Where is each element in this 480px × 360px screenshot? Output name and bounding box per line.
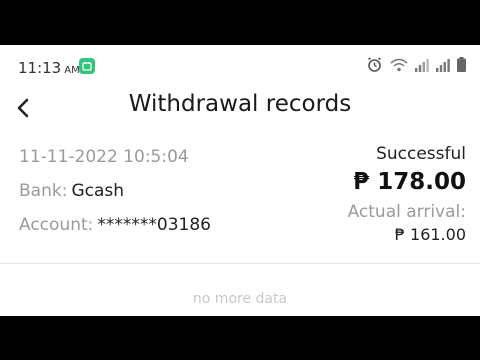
- page-header: Withdrawal records: [0, 89, 480, 139]
- withdrawal-amount: ₱ 178.00: [353, 169, 466, 195]
- account-label: Account:: [19, 215, 94, 235]
- status-bar: 11:13 AM: [0, 45, 480, 89]
- status-time-ampm: AM: [64, 65, 80, 76]
- signal-icon: [415, 57, 429, 76]
- bank-value: Gcash: [71, 181, 125, 201]
- actual-arrival-value: ₱ 161.00: [394, 225, 466, 244]
- status-time: 11:13 AM: [18, 59, 80, 77]
- withdrawal-record[interactable]: 11-11-2022 10:5:04 Bank: Gcash Account: **…: [0, 141, 480, 264]
- record-bank-row: Bank: Gcash: [19, 181, 124, 201]
- no-more-data-text: no more data: [192, 291, 288, 307]
- wifi-icon: [390, 57, 408, 76]
- signal-icon: [436, 57, 450, 76]
- record-account-row: Account: *******03186: [19, 215, 211, 235]
- system-icons: [366, 56, 466, 77]
- status-text: Successful: [376, 144, 466, 164]
- battery-icon: [457, 56, 466, 76]
- app-screen: 11:13 AM Withdrawal records 11-11-2022 1…: [0, 45, 480, 316]
- account-value: *******03186: [97, 215, 211, 235]
- status-time-value: 11:13: [18, 59, 62, 77]
- page-title: Withdrawal records: [128, 91, 352, 117]
- alarm-icon: [366, 56, 383, 77]
- bank-label: Bank:: [19, 181, 68, 201]
- actual-arrival-label: Actual arrival:: [347, 202, 466, 222]
- record-datetime: 11-11-2022 10:5:04: [19, 147, 189, 167]
- app-notification-icon: [79, 58, 95, 74]
